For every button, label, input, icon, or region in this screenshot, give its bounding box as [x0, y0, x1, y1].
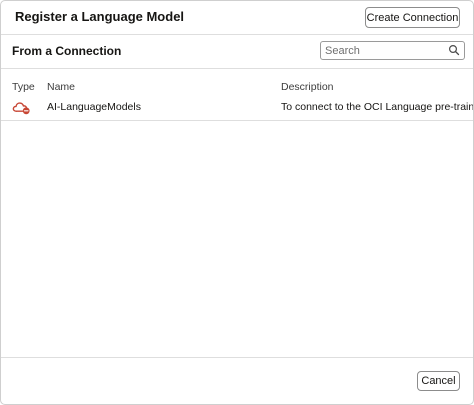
search-box [320, 41, 465, 60]
column-header-description[interactable]: Description [281, 81, 334, 93]
create-connection-button[interactable]: Create Connection [365, 7, 460, 28]
footer-divider [1, 357, 473, 358]
row-description: To connect to the OCI Language pre-train… [281, 101, 473, 113]
column-header-name[interactable]: Name [47, 81, 75, 93]
row-divider [1, 120, 473, 121]
dialog-title: Register a Language Model [15, 9, 185, 24]
search-input[interactable] [325, 43, 443, 58]
column-header-type[interactable]: Type [12, 81, 35, 93]
section-title: From a Connection [12, 44, 122, 58]
cloud-icon [12, 102, 30, 115]
section-divider [1, 68, 473, 69]
register-language-model-dialog: Register a Language Model Create Connect… [0, 0, 474, 405]
row-name: AI-LanguageModels [47, 101, 141, 113]
search-icon[interactable] [448, 44, 460, 56]
header-divider [1, 34, 473, 35]
cancel-button[interactable]: Cancel [417, 371, 460, 391]
